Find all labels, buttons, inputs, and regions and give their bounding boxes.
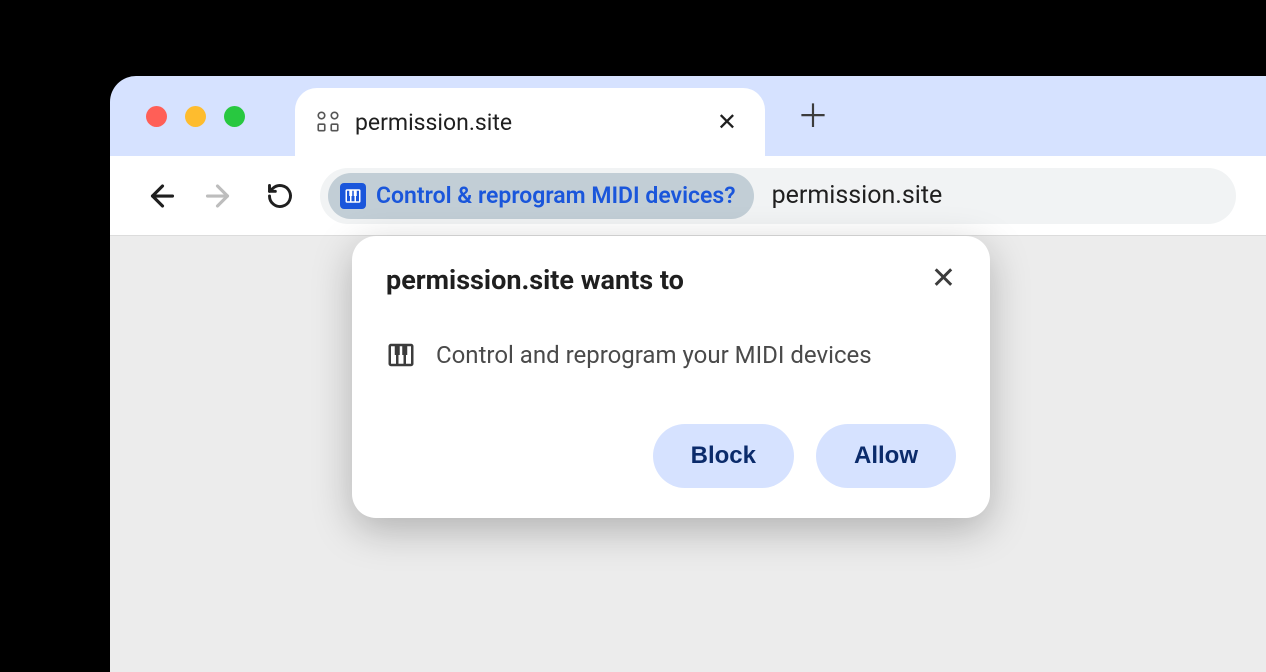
piano-icon [340, 183, 366, 209]
minimize-window-button[interactable] [185, 106, 206, 127]
dialog-description: Control and reprogram your MIDI devices [436, 341, 872, 369]
permission-chip-label: Control & reprogram MIDI devices? [376, 182, 736, 209]
reload-button[interactable] [260, 176, 300, 216]
allow-button[interactable]: Allow [816, 424, 956, 488]
close-window-button[interactable] [146, 106, 167, 127]
url-text: permission.site [772, 181, 943, 210]
tab-title: permission.site [355, 109, 699, 136]
tab-strip: permission.site ✕ ＋ [110, 76, 1266, 156]
forward-button[interactable] [200, 176, 240, 216]
piano-icon [386, 340, 416, 370]
back-button[interactable] [140, 176, 180, 216]
close-dialog-icon[interactable]: ✕ [931, 264, 956, 294]
window-controls [146, 106, 245, 127]
block-button[interactable]: Block [653, 424, 794, 488]
browser-window: permission.site ✕ ＋ [110, 76, 1266, 672]
permission-dialog: permission.site wants to ✕ Control and r… [352, 236, 990, 518]
browser-tab[interactable]: permission.site ✕ [295, 88, 765, 156]
page-content: permission.site wants to ✕ Control and r… [110, 236, 1266, 672]
tab-favicon-icon [315, 109, 341, 135]
maximize-window-button[interactable] [224, 106, 245, 127]
close-tab-icon[interactable]: ✕ [713, 106, 741, 138]
address-bar[interactable]: Control & reprogram MIDI devices? permis… [320, 168, 1236, 224]
dialog-title: permission.site wants to [386, 264, 684, 296]
new-tab-button[interactable]: ＋ [793, 100, 833, 132]
toolbar: Control & reprogram MIDI devices? permis… [110, 156, 1266, 236]
permission-chip[interactable]: Control & reprogram MIDI devices? [328, 173, 754, 219]
